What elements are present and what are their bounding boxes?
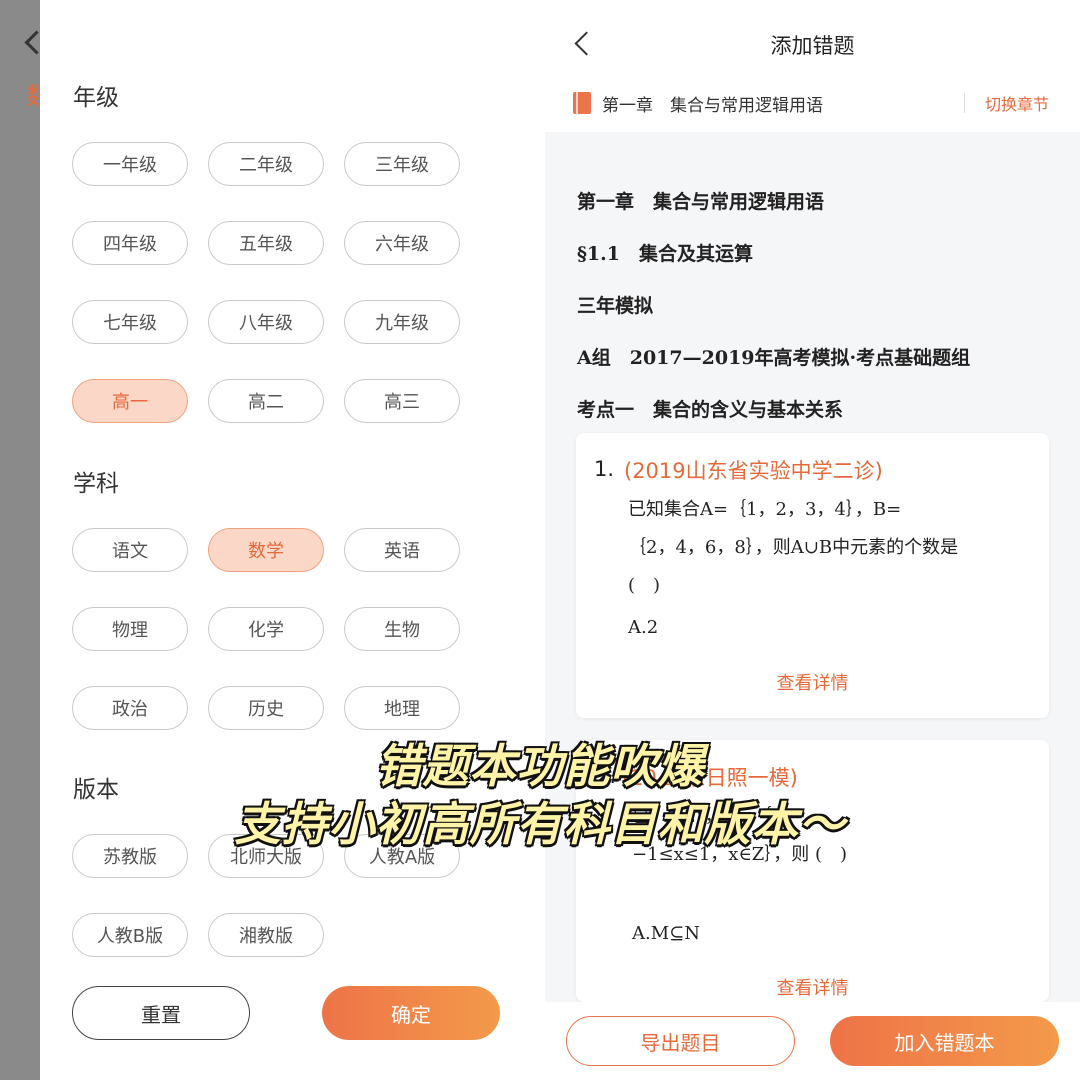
chapter-heading: 第一章 集合与常用逻辑用语 (577, 191, 825, 213)
grade-option[interactable]: 七年级 (72, 300, 188, 344)
grade-option[interactable]: 六年级 (344, 221, 460, 265)
question-text-line: ( ) (628, 575, 661, 596)
caption-line-1: 错题本功能吹爆 (375, 738, 705, 794)
view-detail-link[interactable]: 查看详情 (576, 974, 1049, 1000)
grade-option[interactable]: 九年级 (344, 300, 460, 344)
question-number: 1. (594, 457, 615, 481)
current-chapter-label: 第一章 集合与常用逻辑用语 (602, 96, 823, 116)
grade-option-selected[interactable]: 高一 (72, 379, 188, 423)
question-text-line: 已知集合A=｛1，2，3，4｝，B= (628, 499, 902, 520)
question-card[interactable]: 1. (2019山东省实验中学二诊) 已知集合A=｛1，2，3，4｝，B= ｛2… (576, 433, 1049, 718)
question-source: (2019山东省实验中学二诊) (624, 459, 883, 483)
subsection-heading: 三年模拟 (577, 295, 654, 317)
grade-option[interactable]: 四年级 (72, 221, 188, 265)
switch-chapter-link[interactable]: 切换章节 (985, 91, 1049, 115)
edition-option[interactable]: 湘教版 (208, 913, 324, 957)
subject-option[interactable]: 历史 (208, 686, 324, 730)
caption-line-2: 支持小初高所有科目和版本～ (234, 796, 846, 852)
grade-option[interactable]: 高三 (344, 379, 460, 423)
subject-option-selected[interactable]: 数学 (208, 528, 324, 572)
grade-section-title: 年级 (73, 85, 119, 111)
export-questions-button[interactable]: 导出题目 (566, 1016, 795, 1066)
subject-option[interactable]: 物理 (72, 607, 188, 651)
top-bar: 添加错题 第一章 集合与常用逻辑用语 切换章节 (545, 0, 1080, 132)
grade-option[interactable]: 三年级 (344, 142, 460, 186)
question-answer: A.2 (628, 617, 659, 638)
grade-option[interactable]: 高二 (208, 379, 324, 423)
subject-option[interactable]: 英语 (344, 528, 460, 572)
bottom-action-bar: 导出题目 加入错题本 (545, 1002, 1080, 1080)
subject-option[interactable]: 生物 (344, 607, 460, 651)
topic-heading: 考点一 集合的含义与基本关系 (577, 399, 844, 421)
group-heading: A组 2017—2019年高考模拟·考点基础题组 (577, 347, 971, 369)
subject-option[interactable]: 政治 (72, 686, 188, 730)
divider (964, 93, 965, 113)
view-detail-link[interactable]: 查看详情 (576, 669, 1049, 695)
filter-panel: 年级 一年级 二年级 三年级 四年级 五年级 六年级 七年级 八年级 九年级 高… (40, 0, 545, 1080)
reset-button[interactable]: 重置 (72, 986, 250, 1040)
confirm-button[interactable]: 确定 (322, 986, 500, 1040)
question-answer: A.M⊆N (632, 923, 700, 944)
subject-option[interactable]: 地理 (344, 686, 460, 730)
add-to-notebook-button[interactable]: 加入错题本 (830, 1016, 1059, 1066)
section-heading: §1.1 集合及其运算 (577, 243, 753, 265)
grade-option[interactable]: 一年级 (72, 142, 188, 186)
subject-option[interactable]: 语文 (72, 528, 188, 572)
page-title: 添加错题 (770, 34, 855, 58)
grade-option[interactable]: 二年级 (208, 142, 324, 186)
subject-option[interactable]: 化学 (208, 607, 324, 651)
subject-section-title: 学科 (73, 471, 119, 497)
grade-option[interactable]: 五年级 (208, 221, 324, 265)
dimmed-backdrop[interactable] (0, 0, 40, 1080)
add-question-screen: 添加错题 第一章 集合与常用逻辑用语 切换章节 第一章 集合与常用逻辑用语 §1… (545, 0, 1080, 1080)
subject-peek-text: 数 (26, 82, 40, 110)
question-text-line: ｛2，4，6，8｝，则A∪B中元素的个数是 (628, 537, 959, 558)
edition-option[interactable]: 人教B版 (72, 913, 188, 957)
book-icon (573, 92, 591, 114)
grade-option[interactable]: 八年级 (208, 300, 324, 344)
